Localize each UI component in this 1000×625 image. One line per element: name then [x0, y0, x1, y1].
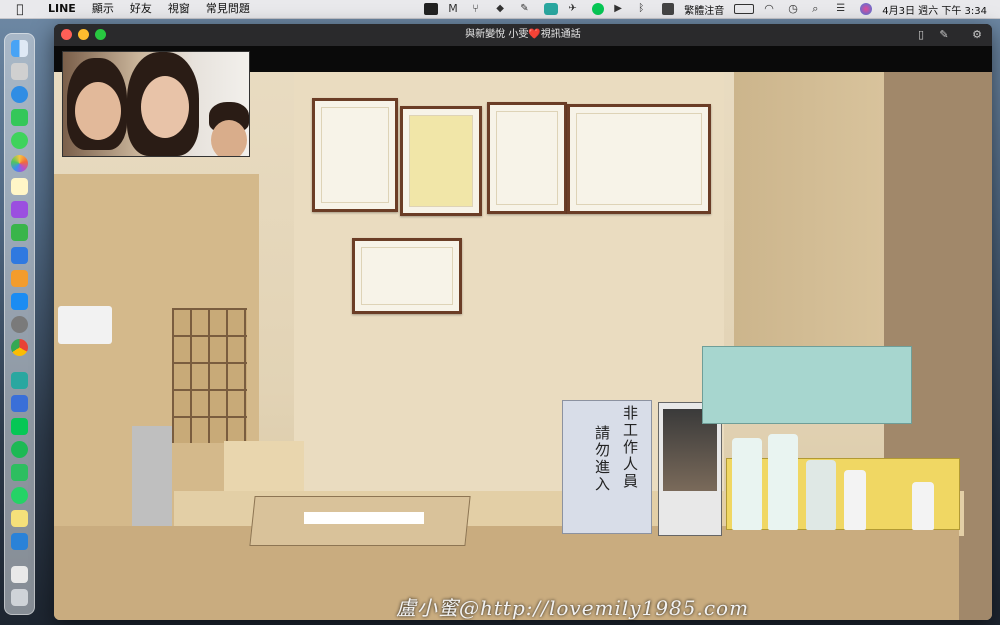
app-store-icon[interactable] [11, 293, 28, 310]
sign-line-2: 請勿進入 [595, 424, 611, 493]
usb-icon[interactable]: ⑂ [472, 3, 486, 15]
time-machine-icon[interactable]: ◷ [788, 3, 802, 15]
numbers-icon[interactable] [11, 224, 28, 241]
mini-fridge [132, 426, 172, 526]
podcasts-icon[interactable] [11, 201, 28, 218]
self-view-video[interactable] [62, 51, 250, 157]
malwarebytes-icon[interactable]: M [448, 3, 462, 15]
remote-video-feed: 非工作人員 請勿進入 [54, 46, 992, 620]
input-method-icon[interactable] [662, 3, 675, 15]
boy-face [211, 120, 247, 156]
menu-bar:  LINE 顯示 好友 視窗 常見問題 M ⑂ ◆ ✎ ✈ ▶ ᛒ 繁體注音 … [0, 0, 1000, 19]
right-cabinet [734, 72, 884, 392]
settings-gear-icon[interactable]: ⚙ [970, 28, 984, 42]
pages-icon[interactable] [11, 270, 28, 287]
launchpad-icon[interactable] [11, 63, 28, 80]
notification-bell-icon[interactable] [424, 3, 439, 15]
menu-window[interactable]: 視窗 [160, 0, 198, 18]
twitter-bird-icon[interactable] [11, 533, 28, 550]
input-method-label[interactable]: 繁體注音 [684, 2, 724, 17]
menubar-clock[interactable]: 4月3日 週六 下午 3:34 [882, 2, 987, 17]
watermark: 盧小蜜@http://lovemily1985.com [396, 596, 750, 620]
photos-icon[interactable] [11, 155, 28, 172]
search-app-icon[interactable] [544, 3, 559, 15]
menu-view[interactable]: 顯示 [84, 0, 122, 18]
network-icon[interactable] [11, 395, 28, 412]
safari-icon[interactable] [11, 86, 28, 103]
facetime-icon[interactable] [11, 109, 28, 126]
battery-icon[interactable] [734, 4, 755, 14]
line-status-icon[interactable] [592, 3, 605, 15]
spotify-icon[interactable] [11, 441, 28, 458]
wifi-icon[interactable]: ◠ [764, 3, 778, 15]
folder-label [304, 512, 424, 524]
menu-faq[interactable]: 常見問題 [198, 0, 258, 18]
certificate-frame-5 [352, 238, 462, 314]
staff-only-sign: 非工作人員 請勿進入 [562, 400, 652, 534]
app-menu-line[interactable]: LINE [40, 0, 84, 18]
whatsapp-icon[interactable] [11, 487, 28, 504]
sign-line-1: 非工作人員 [623, 404, 639, 490]
product-bottle [844, 470, 866, 530]
apple-menu-icon[interactable]:  [0, 0, 40, 18]
layout-toggle-icon[interactable]: ▯ [914, 28, 928, 42]
dock [4, 33, 35, 615]
notes-icon[interactable] [11, 178, 28, 195]
bluetooth-icon[interactable]: ᛒ [638, 3, 652, 15]
dropbox-icon[interactable]: ◆ [496, 3, 510, 15]
product-bottle [806, 460, 836, 530]
cubby-shelf [172, 308, 247, 443]
chrome-icon[interactable] [11, 339, 28, 356]
siri-icon[interactable] [860, 3, 873, 15]
product-display-header [702, 346, 912, 424]
keynote-icon[interactable] [11, 247, 28, 264]
system-preferences-icon[interactable] [11, 316, 28, 333]
trash-icon[interactable] [11, 589, 28, 606]
window-title: 與新變悅 小雯❤️視訊通話 [465, 29, 581, 40]
certificate-frame-4 [567, 104, 711, 214]
product-bottle [732, 438, 762, 530]
certificate-frame-3 [487, 102, 567, 214]
paper-plane-icon[interactable]: ✈ [568, 3, 582, 15]
video-call-window: 與新變悅 小雯❤️視訊通話 ▯ ✎ ⚙ 非工作人員 請勿進入 [54, 24, 992, 620]
certificate-frame-1 [312, 98, 398, 212]
pin-icon[interactable]: ✎ [937, 28, 951, 42]
child-face [75, 82, 121, 140]
product-bottle [912, 482, 934, 530]
document-icon[interactable] [11, 566, 28, 583]
title-bar: 與新變悅 小雯❤️視訊通話 ▯ ✎ ⚙ [54, 24, 992, 47]
paper-towel-dispenser [58, 306, 112, 344]
line-icon[interactable] [11, 418, 28, 435]
play-icon[interactable]: ▶ [614, 3, 628, 15]
product-bottle [768, 434, 798, 530]
search-app-icon[interactable] [11, 372, 28, 389]
finder-icon[interactable] [11, 40, 28, 57]
stickies-icon[interactable] [11, 510, 28, 527]
spotlight-search-icon[interactable]: ⌕ [812, 3, 826, 15]
menu-friends[interactable]: 好友 [122, 0, 160, 18]
evernote-icon[interactable] [11, 464, 28, 481]
messages-icon[interactable] [11, 132, 28, 149]
certificate-frame-2 [400, 106, 482, 216]
control-center-icon[interactable]: ☰ [836, 3, 850, 15]
evernote-icon[interactable]: ✎ [520, 3, 534, 15]
woman-face [141, 76, 189, 138]
